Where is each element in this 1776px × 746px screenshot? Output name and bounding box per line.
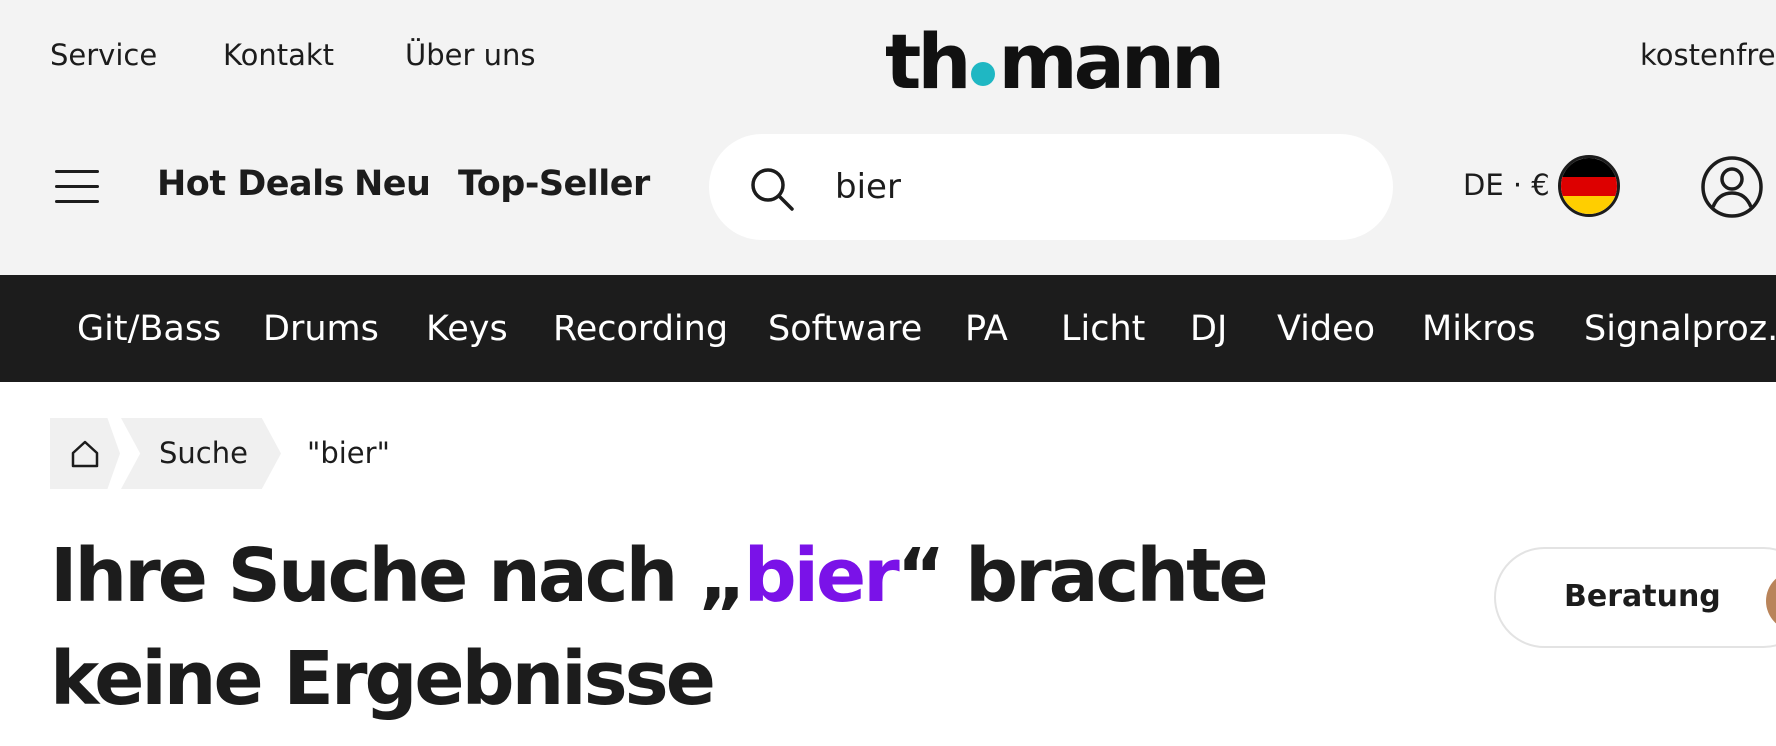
top-link-service[interactable]: Service [50, 38, 157, 72]
page: Service Kontakt Über uns th mann kostenfr… [0, 0, 1776, 746]
category-dj[interactable]: DJ [1190, 309, 1227, 349]
quick-link-hot-deals[interactable]: Hot Deals [157, 164, 345, 204]
category-drums[interactable]: Drums [263, 309, 379, 349]
category-video[interactable]: Video [1277, 309, 1375, 349]
beratung-button[interactable]: Beratung [1494, 547, 1776, 648]
quick-link-neu[interactable]: Neu [354, 164, 431, 204]
category-mikros[interactable]: Mikros [1422, 309, 1535, 349]
category-licht[interactable]: Licht [1061, 309, 1145, 349]
page-title: Ihre Suche nach „bier“ brachte keine Erg… [50, 525, 1450, 731]
logo-text-end: mann [998, 17, 1225, 106]
thomann-logo[interactable]: th mann [885, 17, 1225, 106]
account-icon[interactable] [1700, 155, 1764, 219]
breadcrumb-search-label: Suche [159, 436, 248, 470]
category-pa[interactable]: PA [965, 309, 1008, 349]
category-bar: Git/Bass Drums Keys Recording Software P… [0, 275, 1776, 382]
header: Service Kontakt Über uns th mann kostenfr… [0, 0, 1776, 275]
beratung-label: Beratung [1564, 579, 1721, 614]
breadcrumb-home[interactable] [50, 418, 120, 489]
hamburger-icon[interactable] [55, 170, 99, 204]
germany-flag-icon[interactable] [1558, 155, 1620, 217]
search-icon[interactable] [749, 166, 795, 212]
home-icon [71, 440, 99, 468]
shipping-info: kostenfre [1640, 38, 1776, 72]
breadcrumb-search[interactable]: Suche [121, 418, 281, 489]
search-query-highlight: bier [743, 533, 900, 619]
search-box[interactable] [709, 134, 1393, 240]
category-keys[interactable]: Keys [426, 309, 508, 349]
category-git-bass[interactable]: Git/Bass [77, 309, 221, 349]
logo-dot [971, 62, 996, 86]
quick-link-top-seller[interactable]: Top-Seller [458, 164, 650, 204]
title-prefix: Ihre Suche nach „ [50, 533, 747, 619]
category-recording[interactable]: Recording [553, 309, 728, 349]
breadcrumb-current: "bier" [307, 436, 390, 470]
locale-selector[interactable]: DE · € [1463, 168, 1550, 202]
top-link-ueber-uns[interactable]: Über uns [405, 38, 536, 72]
logo-text-start: th [885, 17, 971, 106]
top-link-kontakt[interactable]: Kontakt [223, 38, 334, 72]
category-software[interactable]: Software [768, 309, 922, 349]
category-signalproz[interactable]: Signalproz. [1584, 309, 1776, 349]
search-input[interactable] [833, 156, 1357, 218]
advisor-avatar [1766, 571, 1776, 631]
